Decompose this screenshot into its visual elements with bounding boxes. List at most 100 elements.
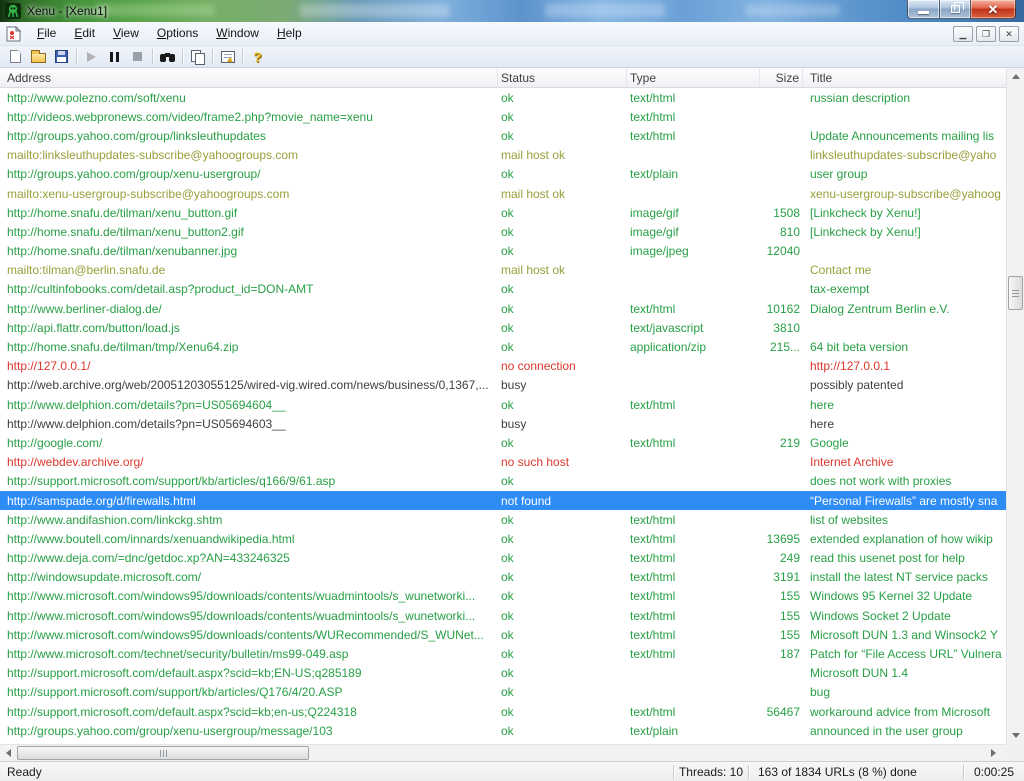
table-row[interactable]: http://www.berliner-dialog.de/oktext/htm…	[0, 299, 1006, 318]
column-header-size[interactable]: Size	[760, 68, 803, 87]
vertical-scrollbar-thumb[interactable]	[1008, 276, 1023, 310]
horizontal-scrollbar[interactable]	[0, 744, 1006, 761]
scroll-right-button[interactable]	[985, 745, 1002, 761]
cell-type: text/html	[627, 88, 760, 107]
table-row[interactable]: http://www.boutell.com/innards/xenuandwi…	[0, 529, 1006, 548]
table-row[interactable]: http://google.com/oktext/html219Google	[0, 433, 1006, 452]
table-row[interactable]: http://windowsupdate.microsoft.com/oktex…	[0, 568, 1006, 587]
table-row[interactable]: mailto:xenu-usergroup-subscribe@yahoogro…	[0, 184, 1006, 203]
cell-status: no connection	[498, 357, 627, 376]
scroll-up-button[interactable]	[1007, 68, 1024, 85]
table-row[interactable]: http://web.archive.org/web/2005120305512…	[0, 376, 1006, 395]
cell-title: 64 bit beta version	[803, 337, 1006, 356]
table-row[interactable]: http://www.microsoft.com/windows95/downl…	[0, 606, 1006, 625]
column-header-title[interactable]: Title	[803, 68, 1006, 87]
minimize-button[interactable]	[907, 0, 940, 19]
glass-reflection	[545, 3, 665, 17]
vertical-scrollbar[interactable]	[1006, 68, 1024, 744]
new-button[interactable]	[4, 47, 27, 67]
cell-status: ok	[498, 664, 627, 683]
scroll-down-button[interactable]	[1007, 727, 1024, 744]
restore-button[interactable]	[940, 0, 971, 19]
menu-edit[interactable]: Edit	[65, 22, 104, 45]
table-row[interactable]: http://api.flattr.com/button/load.jsokte…	[0, 318, 1006, 337]
cell-type	[627, 376, 760, 395]
scroll-left-button[interactable]	[0, 745, 17, 761]
cell-type	[627, 664, 760, 683]
column-header-type[interactable]: Type	[627, 68, 760, 87]
cell-type: text/html	[627, 395, 760, 414]
table-row[interactable]: http://www.delphion.com/details?pn=US056…	[0, 395, 1006, 414]
close-icon: ✕	[988, 3, 999, 16]
table-row[interactable]: http://support.microsoft.com/default.asp…	[0, 664, 1006, 683]
menu-help[interactable]: Help	[268, 22, 311, 45]
table-row[interactable]: http://home.snafu.de/tilman/xenu_button.…	[0, 203, 1006, 222]
table-row[interactable]: http://www.deja.com/=dnc/getdoc.xp?AN=43…	[0, 549, 1006, 568]
menu-view[interactable]: View	[104, 22, 148, 45]
close-button[interactable]: ✕	[971, 0, 1016, 19]
table-row[interactable]: http://support.microsoft.com/support/kb/…	[0, 472, 1006, 491]
copy-button[interactable]	[186, 47, 209, 67]
cell-type: text/html	[627, 568, 760, 587]
table-row[interactable]: http://groups.yahoo.com/group/xenu-userg…	[0, 165, 1006, 184]
cell-status: no such host	[498, 453, 627, 472]
table-row[interactable]: http://samspade.org/d/firewalls.htmlnot …	[0, 491, 1006, 510]
cell-status: ok	[498, 702, 627, 721]
table-row[interactable]: http://home.snafu.de/tilman/tmp/Xenu64.z…	[0, 337, 1006, 356]
table-row[interactable]: http://videos.webpronews.com/video/frame…	[0, 107, 1006, 126]
table-row[interactable]: http://home.snafu.de/tilman/xenu_button2…	[0, 222, 1006, 241]
column-header-status[interactable]: Status	[498, 68, 627, 87]
cell-status: ok	[498, 299, 627, 318]
cell-title: Windows Socket 2 Update	[803, 606, 1006, 625]
pause-button[interactable]	[103, 47, 126, 67]
mdi-close-button[interactable]: ✕	[999, 26, 1019, 42]
find-button[interactable]	[156, 47, 179, 67]
mdi-restore-button[interactable]: ❐	[976, 26, 996, 42]
column-header-address[interactable]: Address	[0, 68, 498, 87]
properties-button[interactable]	[216, 47, 239, 67]
save-icon	[55, 50, 68, 63]
cell-title: user group	[803, 165, 1006, 184]
cell-size: 215...	[760, 337, 803, 356]
table-row[interactable]: http://www.microsoft.com/windows95/downl…	[0, 587, 1006, 606]
table-row[interactable]: http://webdev.archive.org/no such hostIn…	[0, 453, 1006, 472]
save-button[interactable]	[50, 47, 73, 67]
help-button[interactable]: ?	[246, 47, 269, 67]
resume-button	[80, 47, 103, 67]
table-row[interactable]: http://www.microsoft.com/windows95/downl…	[0, 625, 1006, 644]
cell-address: http://google.com/	[0, 433, 498, 452]
table-row[interactable]: http://www.microsoft.com/technet/securit…	[0, 644, 1006, 663]
cell-address: http://home.snafu.de/tilman/xenubanner.j…	[0, 242, 498, 261]
horizontal-scrollbar-thumb[interactable]	[17, 746, 309, 760]
open-button[interactable]	[27, 47, 50, 67]
cell-status: ok	[498, 88, 627, 107]
table-row[interactable]: mailto:linksleuthupdates-subscribe@yahoo…	[0, 146, 1006, 165]
table-row[interactable]: mailto:tilman@berlin.snafu.demail host o…	[0, 261, 1006, 280]
cell-title: Patch for “File Access URL” Vulnera	[803, 644, 1006, 663]
cell-type: text/html	[627, 606, 760, 625]
table-row[interactable]: http://www.polezno.com/soft/xenuoktext/h…	[0, 88, 1006, 107]
table-row[interactable]: http://www.delphion.com/details?pn=US056…	[0, 414, 1006, 433]
cell-address: http://support.microsoft.com/support/kb/…	[0, 472, 498, 491]
table-row[interactable]: http://support.microsoft.com/support/kb/…	[0, 683, 1006, 702]
document-icon	[5, 26, 22, 42]
table-row[interactable]: http://cultinfobooks.com/detail.asp?prod…	[0, 280, 1006, 299]
mdi-minimize-button[interactable]: ▁	[953, 26, 973, 42]
toolbar-separator	[182, 49, 183, 65]
table-row[interactable]: http://support.microsoft.com/default.asp…	[0, 702, 1006, 721]
table-row[interactable]: http://home.snafu.de/tilman/xenubanner.j…	[0, 242, 1006, 261]
table-row[interactable]: http://groups.yahoo.com/group/linksleuth…	[0, 126, 1006, 145]
table-row[interactable]: http://www.andifashion.com/linkckg.shtmo…	[0, 510, 1006, 529]
statusbar: Ready Threads: 10 163 of 1834 URLs (8 %)…	[0, 761, 1024, 781]
cell-status: mail host ok	[498, 261, 627, 280]
menu-window[interactable]: Window	[207, 22, 268, 45]
table-row[interactable]: http://127.0.0.1/no connectionhttp://127…	[0, 357, 1006, 376]
menu-options[interactable]: Options	[148, 22, 207, 45]
menu-file[interactable]: File	[28, 22, 65, 45]
titlebar: Xenu - [Xenu1] ✕	[0, 0, 1024, 22]
cell-status: ok	[498, 165, 627, 184]
cell-status: ok	[498, 222, 627, 241]
thumb-grip-icon	[1012, 290, 1019, 297]
table-row[interactable]: http://groups.yahoo.com/group/xenu-userg…	[0, 721, 1006, 740]
cell-size	[760, 126, 803, 145]
